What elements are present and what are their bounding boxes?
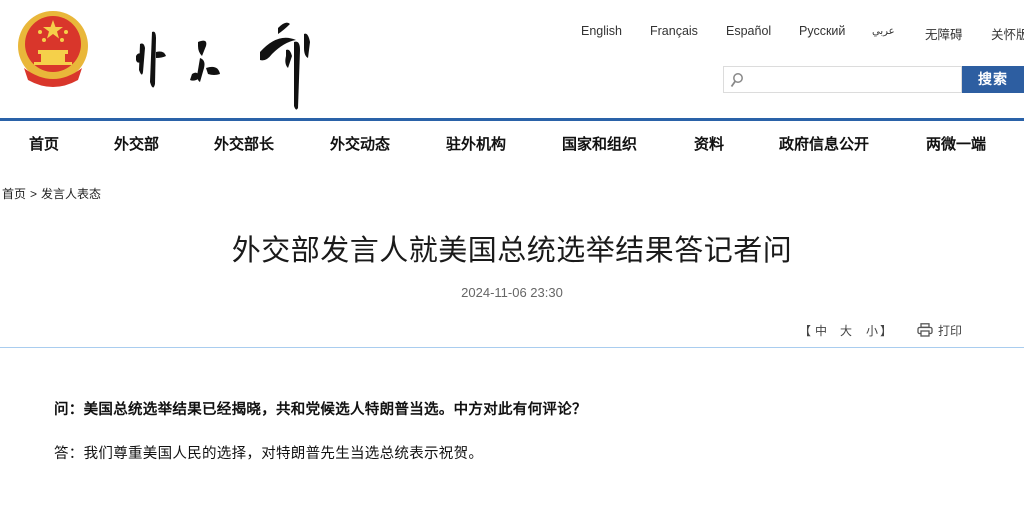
printer-icon[interactable]	[917, 323, 933, 337]
font-size-open-bracket: 【	[799, 324, 812, 338]
breadcrumb: 首页 > 发言人表态	[2, 185, 101, 202]
search-input[interactable]	[748, 69, 958, 90]
nav-item-diplomatic-news[interactable]: 外交动态	[330, 133, 390, 154]
language-links: English Français Español Русский عربي 无障…	[0, 24, 1024, 42]
font-size-close-bracket: 】	[880, 324, 893, 338]
national-emblem-icon[interactable]	[16, 10, 90, 88]
nav-item-home[interactable]: 首页	[29, 133, 59, 154]
search-icon	[730, 73, 743, 88]
font-size-large-button[interactable]: 大	[840, 322, 852, 339]
print-link[interactable]: 打印	[938, 322, 962, 339]
nav-item-resources[interactable]: 资料	[694, 133, 724, 154]
nav-item-ministry[interactable]: 外交部	[114, 133, 159, 154]
font-size-small-button[interactable]: 小	[866, 322, 878, 339]
lang-spanish-link[interactable]: Español	[726, 24, 771, 38]
search-button[interactable]: 搜索	[962, 66, 1024, 93]
nav-item-minister[interactable]: 外交部长	[214, 133, 274, 154]
nav-item-government-info[interactable]: 政府信息公开	[779, 133, 869, 154]
nav-item-social-media[interactable]: 两微一端	[926, 133, 986, 154]
lang-french-link[interactable]: Français	[650, 24, 698, 38]
breadcrumb-spokesperson-link[interactable]: 发言人表态	[41, 187, 101, 201]
lang-english-link[interactable]: English	[581, 24, 622, 38]
nav-item-missions-overseas[interactable]: 驻外机构	[446, 133, 506, 154]
content-divider	[0, 347, 1024, 348]
elderly-care-version-link[interactable]: 关怀版	[991, 24, 1024, 43]
breadcrumb-separator: >	[30, 187, 38, 201]
lang-russian-link[interactable]: Русский	[799, 24, 845, 38]
site-header: English Français Español Русский عربي 无障…	[0, 0, 1024, 120]
article-tools: 【 中 大 小 】 打印	[0, 322, 1024, 340]
main-nav: 首页 外交部 外交部长 外交动态 驻外机构 国家和组织 资料 政府信息公开 两微…	[0, 121, 1024, 163]
lang-arabic-link[interactable]: عربي	[872, 26, 895, 37]
nav-item-countries-organizations[interactable]: 国家和组织	[562, 133, 637, 154]
article-answer: 答：我们尊重美国人民的选择，对特朗普先生当选总统表示祝贺。	[54, 446, 484, 462]
accessibility-link[interactable]: 无障碍	[925, 24, 963, 43]
article-title: 外交部发言人就美国总统选举结果答记者问	[231, 235, 793, 267]
search-box	[723, 66, 962, 93]
font-size-medium-button[interactable]: 中	[815, 322, 827, 339]
article-question: 问：美国总统选举结果已经揭晓，共和党候选人特朗普当选。中方对此有何评论？	[54, 402, 587, 418]
breadcrumb-home-link[interactable]: 首页	[2, 187, 26, 201]
article-date: 2024-11-06 23:30	[461, 285, 563, 300]
